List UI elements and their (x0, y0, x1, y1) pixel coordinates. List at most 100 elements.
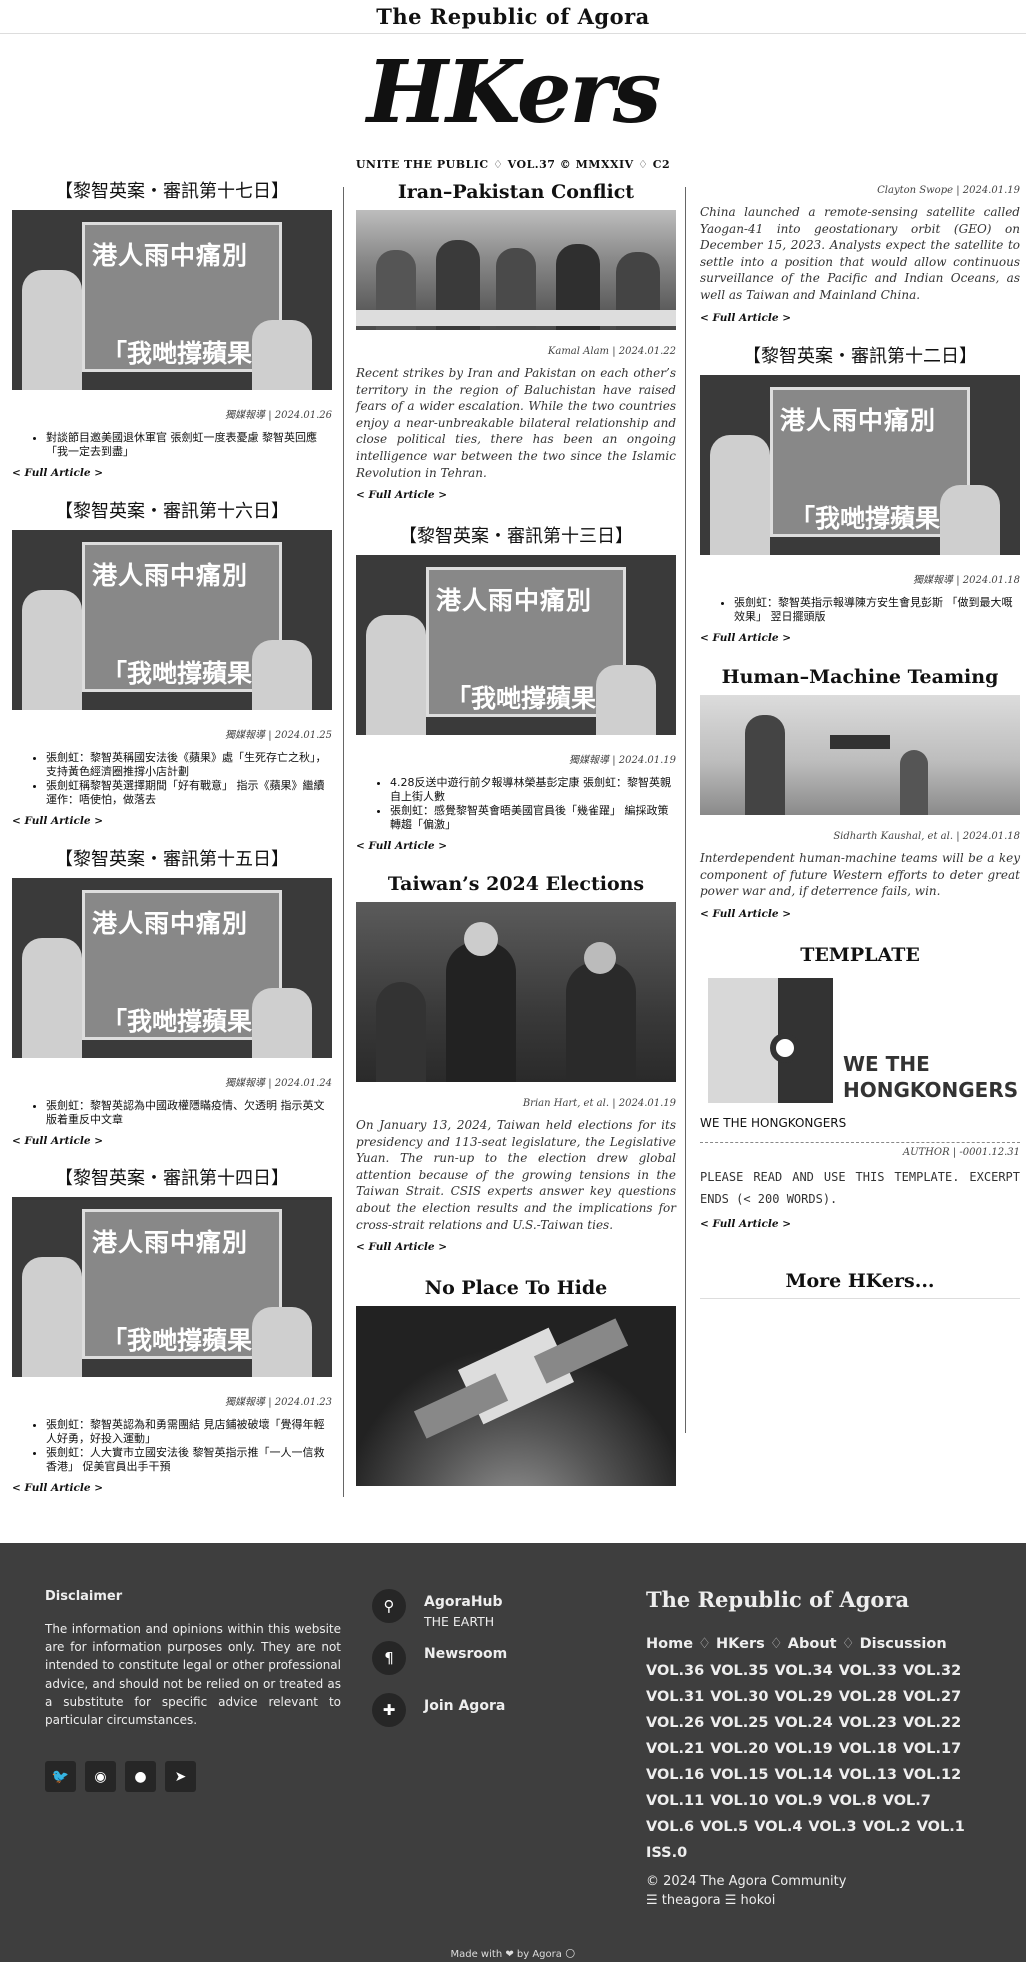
article-photo[interactable]: 港人雨中痛別 「我哋撐蘋果 (12, 1197, 332, 1377)
volume-link[interactable]: VOL.20 (710, 1736, 768, 1762)
volume-link[interactable]: VOL.10 (710, 1788, 768, 1814)
article-photo[interactable]: 港人雨中痛別 「我哋撐蘋果 (12, 878, 332, 1058)
volume-link[interactable]: VOL.19 (774, 1736, 832, 1762)
volume-link[interactable]: VOL.7 (883, 1788, 931, 1814)
article-title[interactable]: 【黎智英案・審訊第十三日】 (356, 525, 676, 549)
volume-link[interactable]: VOL.15 (710, 1762, 768, 1788)
volume-link[interactable]: VOL.33 (839, 1658, 897, 1684)
article-title[interactable]: Iran–Pakistan Conflict (356, 180, 676, 204)
article-title[interactable]: 【黎智英案・審訊第十二日】 (700, 345, 1020, 369)
telegram-icon[interactable]: ➤ (165, 1761, 196, 1793)
full-article-link[interactable]: < Full Article > (700, 312, 1020, 324)
full-article-link[interactable]: < Full Article > (12, 467, 332, 479)
volume-link[interactable]: VOL.24 (774, 1710, 832, 1736)
twitter-icon[interactable]: 🐦 (45, 1761, 76, 1793)
full-article-link[interactable]: < Full Article > (356, 1241, 676, 1253)
volume-link[interactable]: VOL.13 (839, 1762, 897, 1788)
volume-link[interactable]: VOL.8 (829, 1788, 877, 1814)
volume-link[interactable]: VOL.35 (710, 1658, 768, 1684)
article-photo[interactable] (700, 695, 1020, 815)
bullet-item[interactable]: 張劍虹：黎智英認為中國政權隱瞞疫情、欠透明 指示英文版着重反中文章 (46, 1099, 332, 1127)
newsroom-link[interactable]: ¶ Newsroom (372, 1641, 507, 1675)
article-photo[interactable]: 港人雨中痛別 「我哋撐蘋果 (12, 530, 332, 710)
volume-link[interactable]: VOL.11 (646, 1788, 704, 1814)
volume-link[interactable]: VOL.9 (774, 1788, 822, 1814)
volume-link[interactable]: VOL.29 (774, 1684, 832, 1710)
article-title[interactable]: 【黎智英案・審訊第十六日】 (12, 500, 332, 524)
full-article-link[interactable]: < Full Article > (700, 908, 1020, 920)
hkers-logo[interactable]: HKers (0, 48, 1026, 138)
site-brand[interactable]: The Republic of Agora (376, 4, 650, 29)
volume-link[interactable]: VOL.31 (646, 1684, 704, 1710)
volume-link[interactable]: VOL.16 (646, 1762, 704, 1788)
column-divider (343, 187, 344, 1497)
nav-hkers[interactable]: HKers (716, 1636, 765, 1652)
article-title[interactable]: Taiwan’s 2024 Elections (356, 872, 676, 896)
volume-link[interactable]: VOL.2 (863, 1814, 911, 1840)
full-article-link[interactable]: < Full Article > (12, 815, 332, 827)
volume-link[interactable]: VOL.22 (903, 1710, 961, 1736)
more-hkers-link[interactable]: More HKers... (700, 1270, 1020, 1299)
bullet-item[interactable]: 張劍虹：感覺黎智英會晤美國官員後「幾雀躍」 編採政策轉趨「偏激」 (390, 804, 676, 832)
article-byline: Sidharth Kaushal, et al. | 2024.01.18 (833, 831, 1020, 842)
join-agora-link[interactable]: ✚ Join Agora (372, 1693, 507, 1727)
reddit-icon[interactable]: ● (125, 1761, 156, 1793)
volume-link[interactable]: VOL.1 (917, 1814, 965, 1840)
volume-link[interactable]: VOL.5 (700, 1814, 748, 1840)
volume-link[interactable]: VOL.17 (903, 1736, 961, 1762)
full-article-link[interactable]: < Full Article > (12, 1135, 332, 1147)
nav-about[interactable]: About (788, 1636, 837, 1652)
volume-link[interactable]: VOL.36 (646, 1658, 704, 1684)
article-photo[interactable] (356, 1306, 676, 1486)
footer-brand[interactable]: The Republic of Agora (646, 1587, 986, 1612)
volume-link[interactable]: VOL.26 (646, 1710, 704, 1736)
nav-home[interactable]: Home (646, 1636, 693, 1652)
bullet-item[interactable]: 張劍虹：黎智英稱國安法後《蘋果》處「生死存亡之秋」，支持黃色經濟圈推撐小店計劃 (46, 751, 332, 779)
volume-link[interactable]: VOL.28 (839, 1684, 897, 1710)
article-photo[interactable]: 港人雨中痛別 「我哋撐蘋果 (356, 555, 676, 735)
article-title[interactable]: TEMPLATE (700, 943, 1020, 967)
article-photo[interactable]: 港人雨中痛別 「我哋撐蘋果 (12, 210, 332, 390)
bullet-item[interactable]: 4.28反送中遊行前夕報導林榮基彭定康 張劍虹：黎智英親自上街人數 (390, 776, 676, 804)
volume-link[interactable]: VOL.6 (646, 1814, 694, 1840)
volume-link[interactable]: VOL.14 (774, 1762, 832, 1788)
nav-discussion[interactable]: Discussion (860, 1636, 947, 1652)
bullet-item[interactable]: 對談節目邀美國退休軍官 張劍虹一度表憂慮 黎智英回應「我一定去到盡」 (46, 431, 332, 459)
volume-link[interactable]: ISS.0 (646, 1840, 687, 1866)
article-title[interactable]: Human–Machine Teaming (700, 665, 1020, 689)
article-title[interactable]: 【黎智英案・審訊第十四日】 (12, 1167, 332, 1191)
volume-link[interactable]: VOL.25 (710, 1710, 768, 1736)
volume-link[interactable]: VOL.21 (646, 1736, 704, 1762)
article-photo[interactable] (356, 210, 676, 330)
bullet-item[interactable]: 張劍虹：黎智英認為和勇需團結 見店鋪被破壞「覺得年輕人好勇，好投入運動」 (46, 1418, 332, 1446)
article-columns: 【黎智英案・審訊第十七日】 港人雨中痛別 「我哋撐蘋果 獨媒報導 | 2024.… (12, 180, 1020, 1510)
agorahub-link[interactable]: ⚲ AgoraHub THE EARTH (372, 1589, 507, 1629)
article-photo[interactable] (356, 902, 676, 1082)
bullet-item[interactable]: 張劍虹：黎智英指示報導陳方安生會見彭斯 「做到最大嘅效果」 翌日擺頭版 (734, 596, 1020, 624)
full-article-link[interactable]: < Full Article > (12, 1482, 332, 1494)
bullet-item[interactable]: 張劍虹稱黎智英選擇期間「好有戰意」 指示《蘋果》繼續運作：唔使怕，做落去 (46, 779, 332, 807)
divider (700, 1142, 1020, 1143)
full-article-link[interactable]: < Full Article > (700, 632, 1020, 644)
site-footer: Disclaimer The information and opinions … (0, 1543, 1026, 1962)
volume-link[interactable]: VOL.30 (710, 1684, 768, 1710)
bullet-item[interactable]: 張劍虹：人大實市立國安法後 黎智英指示推「一人一信救香港」 促美官員出手干預 (46, 1446, 332, 1474)
volume-link[interactable]: VOL.32 (903, 1658, 961, 1684)
volume-link[interactable]: VOL.27 (903, 1684, 961, 1710)
full-article-link[interactable]: < Full Article > (356, 840, 676, 852)
full-article-link[interactable]: < Full Article > (700, 1218, 1020, 1230)
article-title[interactable]: No Place To Hide (356, 1276, 676, 1300)
article-title[interactable]: 【黎智英案・審訊第十七日】 (12, 180, 332, 204)
volume-link[interactable]: VOL.18 (839, 1736, 897, 1762)
template-logo[interactable]: WE THE HONGKONGERS (700, 973, 1020, 1108)
volume-link[interactable]: VOL.34 (774, 1658, 832, 1684)
full-article-link[interactable]: < Full Article > (356, 489, 676, 501)
article-title[interactable]: 【黎智英案・審訊第十五日】 (12, 848, 332, 872)
article-photo[interactable]: 港人雨中痛別 「我哋撐蘋果 (700, 375, 1020, 555)
github-icon[interactable]: ◉ (85, 1761, 116, 1793)
volume-link[interactable]: VOL.23 (839, 1710, 897, 1736)
volume-link[interactable]: VOL.4 (754, 1814, 802, 1840)
volume-link[interactable]: VOL.3 (808, 1814, 856, 1840)
volume-link[interactable]: VOL.12 (903, 1762, 961, 1788)
credits-links[interactable]: ☰ theagora ☰ hokoi (646, 1891, 986, 1910)
